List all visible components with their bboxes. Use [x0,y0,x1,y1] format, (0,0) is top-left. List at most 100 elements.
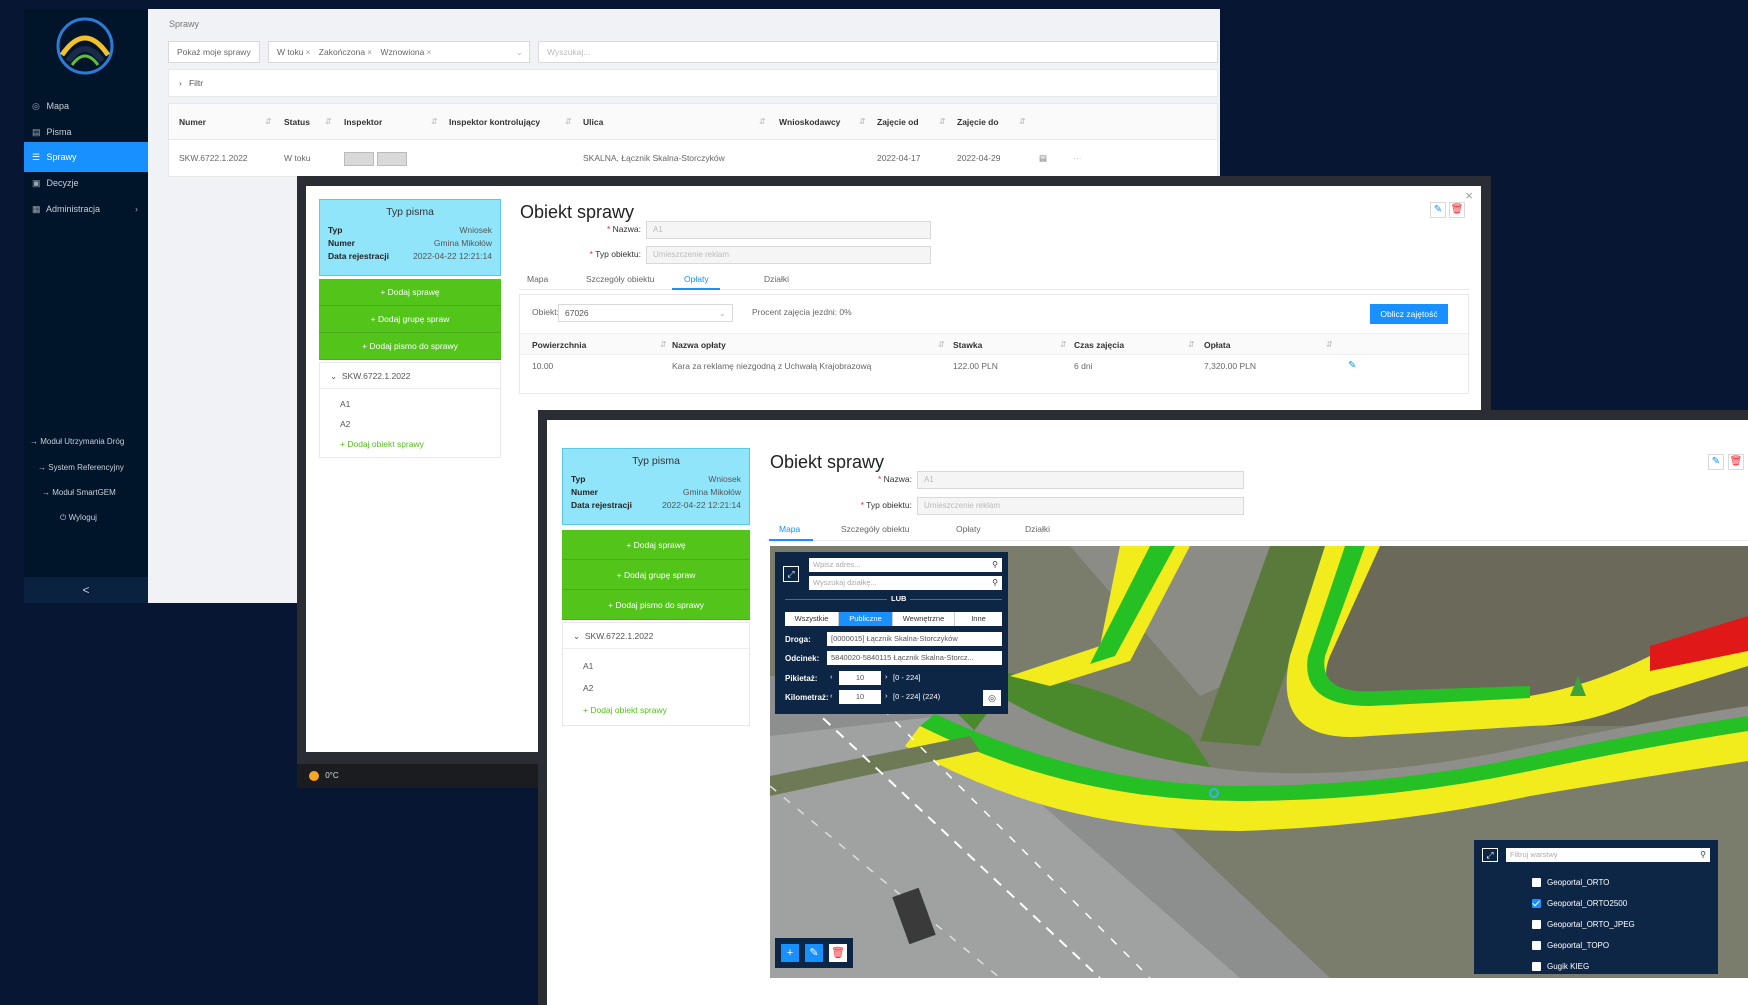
module-link-utrzymania[interactable]: → Moduł Utrzymania Dróg [24,431,148,453]
more-menu[interactable]: ··· [1073,140,1082,176]
module-link-system-ref[interactable]: → System Referencyjny [24,457,148,479]
edit-icon[interactable]: ✎ [1348,360,1356,371]
tree-leaf[interactable]: A2 [340,419,350,429]
column-header[interactable]: Ulica [583,104,603,140]
odcinek-select[interactable]: 5840020-5840115 Łącznik Skalna-Storcz... [827,651,1002,665]
tab-oplaty[interactable]: Opłaty [684,274,709,284]
logout-link[interactable]: ⏻ Wyloguj [24,507,148,529]
segment-other[interactable]: Inne [955,612,1002,626]
show-mine-button[interactable]: Pokaż moje sprawy [168,41,260,63]
column-header[interactable]: Zajęcie do [957,104,999,140]
tab-dzialki[interactable]: Działki [1025,524,1050,534]
sort-icon[interactable]: ⇵ [325,104,332,140]
collapse-sidebar-button[interactable]: < [24,577,148,603]
status-filter-select[interactable]: W toku × Zakończona × Wznowiona × ⌄ [268,41,530,63]
search-input[interactable]: Wyszukaj... [538,41,1218,63]
column-header[interactable]: Numer [179,104,206,140]
tab-szczegoly[interactable]: Szczegóły obiektu [586,274,655,284]
sort-icon[interactable]: ⇵ [660,340,667,349]
collapse-icon[interactable]: ⤢ [1482,848,1498,862]
add-icon[interactable]: + [781,944,799,962]
add-letter-button[interactable]: + Dodaj pismo do sprawy [319,333,501,360]
sidebar-item-administracja[interactable]: ▦ Administracja › [24,194,148,224]
trash-icon[interactable]: 🗑 [1728,454,1744,470]
address-search-input[interactable]: Wpisz adres... ⚲ [809,558,1002,572]
checkbox[interactable] [1532,878,1541,888]
tree-case-node[interactable]: ⌄ SKW.6722.1.2022 [320,363,500,389]
add-group-button[interactable]: + Dodaj grupę spraw [319,306,501,333]
column-header[interactable]: Inspektor kontrolujący [449,104,540,140]
column-header[interactable]: Opłata [1204,340,1230,350]
compute-occupancy-button[interactable]: Oblicz zajętość [1370,304,1448,324]
layer-item[interactable]: Geoportal_ORTO_JPEG [1532,920,1635,930]
locate-icon[interactable]: ◎ [983,690,1001,706]
edit-icon[interactable]: ✎ [1708,454,1724,470]
chevron-right-icon[interactable]: › [885,691,888,700]
layer-item[interactable]: Geoportal_ORTO [1532,878,1609,888]
table-row[interactable]: 10.00 Kara za reklamę niezgodną z Uchwał… [520,355,1468,377]
add-object-link[interactable]: + Dodaj obiekt sprawy [340,439,424,449]
segment-all[interactable]: Wszystkie [785,612,839,626]
sort-icon[interactable]: ⇵ [565,104,572,140]
layer-item[interactable]: Geoportal_TOPO [1532,941,1609,951]
obiekt-select[interactable]: 67026 ⌄ [558,304,733,322]
tree-leaf[interactable]: A1 [340,399,350,409]
sort-icon[interactable]: ⇵ [1326,340,1333,349]
column-header[interactable]: Nazwa opłaty [672,340,726,350]
tree-leaf[interactable]: A1 [583,661,593,671]
checkbox[interactable] [1532,920,1541,930]
tab-mapa[interactable]: Mapa [779,524,800,534]
sort-icon[interactable]: ⇵ [1188,340,1195,349]
kilometraz-input[interactable]: 10 [839,690,881,704]
column-header[interactable]: Inspektor [344,104,382,140]
sort-icon[interactable]: ⇵ [859,104,866,140]
layer-filter-input[interactable]: Filtruj warstwy ⚲ [1506,848,1710,862]
sort-icon[interactable]: ⇵ [938,340,945,349]
add-case-button[interactable]: + Dodaj sprawę [562,530,750,560]
details-icon[interactable]: ▤ [1039,140,1047,176]
droga-select[interactable]: [0000015] Łącznik Skalna-Storczyków [827,632,1002,646]
checkbox[interactable] [1532,899,1541,909]
tree-case-node[interactable]: ⌄ SKW.6722.1.2022 [563,623,749,649]
close-icon[interactable]: × [1465,188,1473,203]
sort-icon[interactable]: ⇵ [1060,340,1067,349]
trash-icon[interactable]: 🗑 [829,944,847,962]
chevron-left-icon[interactable]: ‹ [830,672,833,681]
column-header[interactable]: Czas zajęcia [1074,340,1124,350]
column-header[interactable]: Wnioskodawcy [779,104,840,140]
tree-leaf[interactable]: A2 [583,683,593,693]
map-view[interactable]: ⤢ Wpisz adres... ⚲ Wyszukaj działkę... ⚲ L… [770,546,1748,978]
filter-collapse[interactable]: › Filtr [168,69,1218,97]
status-tag[interactable]: Zakończona × [319,47,372,57]
chevron-left-icon[interactable]: ‹ [830,691,833,700]
tab-mapa[interactable]: Mapa [527,274,548,284]
segment-public[interactable]: Publiczne [839,612,893,626]
sort-icon[interactable]: ⇵ [1019,104,1026,140]
column-header[interactable]: Zajęcie od [877,104,919,140]
nazwa-field[interactable]: A1 [917,471,1244,489]
sort-icon[interactable]: ⇵ [759,104,766,140]
pikietaz-input[interactable]: 10 [839,671,881,685]
table-row[interactable]: SKW.6722.1.2022 W toku SKALNA, Łącznik S… [169,140,1217,176]
add-case-button[interactable]: + Dodaj sprawę [319,279,501,306]
sort-icon[interactable]: ⇵ [431,104,438,140]
column-header[interactable]: Stawka [953,340,982,350]
typ-obiektu-select[interactable]: Umieszczenie reklam [917,497,1244,515]
module-link-smartgem[interactable]: → Moduł SmartGEM [24,482,148,504]
segment-internal[interactable]: Wewnętrzne [893,612,955,626]
tab-oplaty[interactable]: Opłaty [956,524,981,534]
column-header[interactable]: Powierzchnia [532,340,586,350]
typ-obiektu-select[interactable]: Umieszczenie reklam [646,246,931,264]
status-tag[interactable]: Wznowiona × [380,47,431,57]
tab-dzialki[interactable]: Działki [764,274,789,284]
edit-icon[interactable]: ✎ [1430,202,1446,218]
sort-icon[interactable]: ⇵ [939,104,946,140]
checkbox[interactable] [1532,941,1541,951]
expand-icon[interactable]: ⤢ [783,566,799,582]
checkbox[interactable] [1532,962,1541,972]
tab-szczegoly[interactable]: Szczegóły obiektu [841,524,910,534]
parcel-search-input[interactable]: Wyszukaj działkę... ⚲ [809,576,1002,590]
status-tag[interactable]: W toku × [277,47,310,57]
chevron-right-icon[interactable]: › [885,672,888,681]
add-letter-button[interactable]: + Dodaj pismo do sprawy [562,590,750,620]
